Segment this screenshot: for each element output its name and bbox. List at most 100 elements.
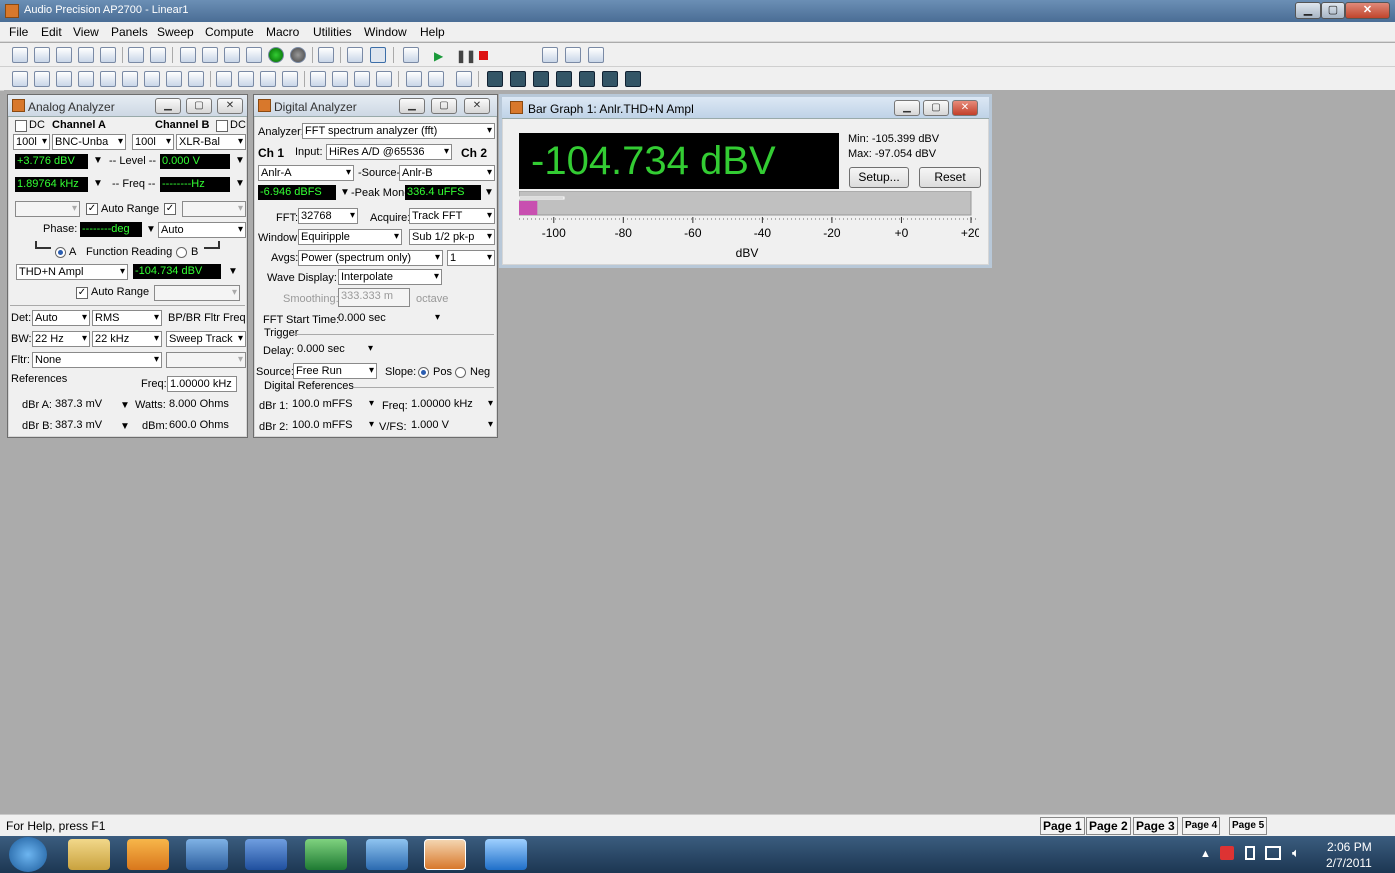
graph-icon[interactable] bbox=[12, 71, 28, 87]
save-as-icon[interactable] bbox=[100, 47, 116, 63]
network-icon[interactable] bbox=[186, 839, 228, 870]
input-a-select[interactable]: BNC-Unba bbox=[52, 134, 126, 150]
pause-icon[interactable]: ❚❚ bbox=[456, 49, 476, 63]
function-dropdown-icon[interactable]: ▼ bbox=[228, 266, 238, 277]
auto-range-a-checkbox[interactable]: ✓ bbox=[86, 203, 98, 215]
bars-icon[interactable] bbox=[406, 71, 422, 87]
paste-icon[interactable] bbox=[246, 47, 262, 63]
filter-select[interactable]: None bbox=[32, 352, 162, 368]
sub-select[interactable]: Sub 1/2 pk-p bbox=[409, 229, 495, 245]
setup-button[interactable]: Setup... bbox=[849, 167, 909, 188]
notes-icon[interactable] bbox=[456, 71, 472, 87]
menu-sweep[interactable]: Sweep bbox=[157, 25, 194, 39]
digital-analyzer-titlebar[interactable]: Digital Analyzer ▁ ▢ ✕ bbox=[254, 95, 497, 117]
analyzer-icon[interactable] bbox=[56, 71, 72, 87]
page-tab-1[interactable]: Page 1 bbox=[1040, 817, 1085, 835]
dc-a-checkbox[interactable] bbox=[15, 120, 27, 132]
menu-macro[interactable]: Macro bbox=[266, 25, 299, 39]
menu-utilities[interactable]: Utilities bbox=[313, 25, 352, 39]
ref-freq-field[interactable]: 1.00000 kHz bbox=[167, 376, 237, 392]
vfs-field[interactable]: 1.000 V bbox=[409, 418, 495, 434]
panel-icon[interactable] bbox=[347, 47, 363, 63]
panel-close-button[interactable]: ✕ bbox=[464, 98, 490, 114]
window-select[interactable]: Equiripple bbox=[298, 229, 402, 245]
stop-icon[interactable] bbox=[479, 51, 488, 60]
ap-launcher-icon[interactable] bbox=[366, 839, 408, 870]
function-select[interactable]: THD+N Ampl bbox=[16, 264, 128, 280]
explorer-icon[interactable] bbox=[68, 839, 110, 870]
instrument-5-icon[interactable] bbox=[579, 71, 595, 87]
volume-icon[interactable]: 🔈︎ bbox=[1292, 845, 1300, 861]
freq-a-dropdown-icon[interactable]: ▼ bbox=[93, 178, 103, 189]
bandwidth-high-select[interactable]: 22 kHz bbox=[92, 331, 162, 347]
ap-app-icon[interactable] bbox=[424, 839, 466, 870]
report-icon[interactable] bbox=[403, 47, 419, 63]
save-icon[interactable] bbox=[78, 47, 94, 63]
print-preview-icon[interactable] bbox=[150, 47, 166, 63]
fft-icon[interactable] bbox=[260, 71, 276, 87]
panel-minimize-button[interactable]: ▁ bbox=[155, 98, 181, 114]
menu-window[interactable]: Window bbox=[364, 25, 407, 39]
wave-icon[interactable] bbox=[144, 71, 160, 87]
wave-display-select[interactable]: Interpolate bbox=[338, 269, 442, 285]
impedance-a-select[interactable]: 100l bbox=[13, 134, 50, 150]
menu-view[interactable]: View bbox=[73, 25, 99, 39]
outlook-icon[interactable] bbox=[127, 839, 169, 870]
dbr-b-dropdown-icon[interactable]: ▼ bbox=[120, 421, 130, 432]
panel-restore-button[interactable]: ▢ bbox=[923, 100, 949, 116]
delay-field[interactable]: 0.000 sec bbox=[295, 342, 375, 358]
bar-graph-titlebar[interactable]: Bar Graph 1: Anlr.THD+N Ampl ▁ ▢ ✕ bbox=[502, 97, 989, 119]
clock-time[interactable]: 2:06 PM bbox=[1327, 840, 1372, 854]
instrument-7-icon[interactable] bbox=[625, 71, 641, 87]
menu-panels[interactable]: Panels bbox=[111, 25, 148, 39]
digital-level-dropdown-icon[interactable]: ▼ bbox=[340, 187, 350, 198]
panel-restore-button[interactable]: ▢ bbox=[186, 98, 212, 114]
table-icon[interactable] bbox=[354, 71, 370, 87]
fft-length-select[interactable]: 32768 bbox=[298, 208, 358, 224]
trigger-source-select[interactable]: Free Run bbox=[293, 363, 377, 379]
window-icon[interactable] bbox=[376, 71, 392, 87]
network-tray-icon[interactable] bbox=[1265, 846, 1281, 860]
digital-io-icon[interactable] bbox=[78, 71, 94, 87]
meter-icon[interactable] bbox=[122, 71, 138, 87]
reset-button[interactable]: Reset bbox=[919, 167, 981, 188]
menu-help[interactable]: Help bbox=[420, 25, 445, 39]
maximize-button[interactable]: ▢ bbox=[1321, 2, 1345, 19]
sweep-panel-icon[interactable] bbox=[216, 71, 232, 87]
input-select[interactable]: HiRes A/D @65536 bbox=[326, 144, 452, 160]
slope-pos-radio[interactable] bbox=[418, 367, 429, 378]
play-icon[interactable]: ▶ bbox=[434, 49, 443, 63]
tree-icon[interactable] bbox=[428, 71, 444, 87]
battery-icon[interactable] bbox=[1245, 846, 1255, 860]
settings-icon[interactable] bbox=[318, 47, 334, 63]
start-button[interactable] bbox=[9, 837, 47, 872]
digital-ref-freq-field[interactable]: 1.00000 kHz bbox=[409, 397, 495, 413]
range-b-select[interactable] bbox=[182, 201, 246, 217]
page-tab-5[interactable]: Page 5 bbox=[1229, 817, 1268, 835]
instrument-2-icon[interactable] bbox=[510, 71, 526, 87]
copy-icon[interactable] bbox=[224, 47, 240, 63]
menu-edit[interactable]: Edit bbox=[41, 25, 62, 39]
tray-expand-icon[interactable]: ▲ bbox=[1200, 848, 1211, 860]
phase-dropdown-icon[interactable]: ▼ bbox=[146, 224, 156, 235]
detector-type-select[interactable]: RMS bbox=[92, 310, 162, 326]
watts-field[interactable]: 8.000 Ohms bbox=[167, 397, 241, 413]
panel-minimize-button[interactable]: ▁ bbox=[399, 98, 425, 114]
auto-range-function-checkbox[interactable]: ✓ bbox=[76, 287, 88, 299]
level-a-dropdown-icon[interactable]: ▼ bbox=[93, 155, 103, 166]
go-icon[interactable] bbox=[268, 47, 284, 63]
hand-icon[interactable] bbox=[498, 47, 514, 63]
sweep-track-select[interactable]: Sweep Track bbox=[166, 331, 246, 347]
open-folder-icon[interactable] bbox=[56, 47, 72, 63]
panel-minimize-button[interactable]: ▁ bbox=[894, 100, 920, 116]
input-b-select[interactable]: XLR-Bal bbox=[176, 134, 246, 150]
freq-b-dropdown-icon[interactable]: ▼ bbox=[235, 178, 245, 189]
menu-compute[interactable]: Compute bbox=[205, 25, 254, 39]
panel-close-button[interactable]: ✕ bbox=[217, 98, 243, 114]
bandwidth-low-select[interactable]: 22 Hz bbox=[32, 331, 90, 347]
auto-range-b-checkbox[interactable]: ✓ bbox=[164, 203, 176, 215]
speaker-icon[interactable] bbox=[188, 71, 204, 87]
page-tab-4[interactable]: Page 4 bbox=[1182, 817, 1221, 835]
dsp-icon[interactable] bbox=[166, 71, 182, 87]
function-b-radio[interactable] bbox=[176, 247, 187, 258]
